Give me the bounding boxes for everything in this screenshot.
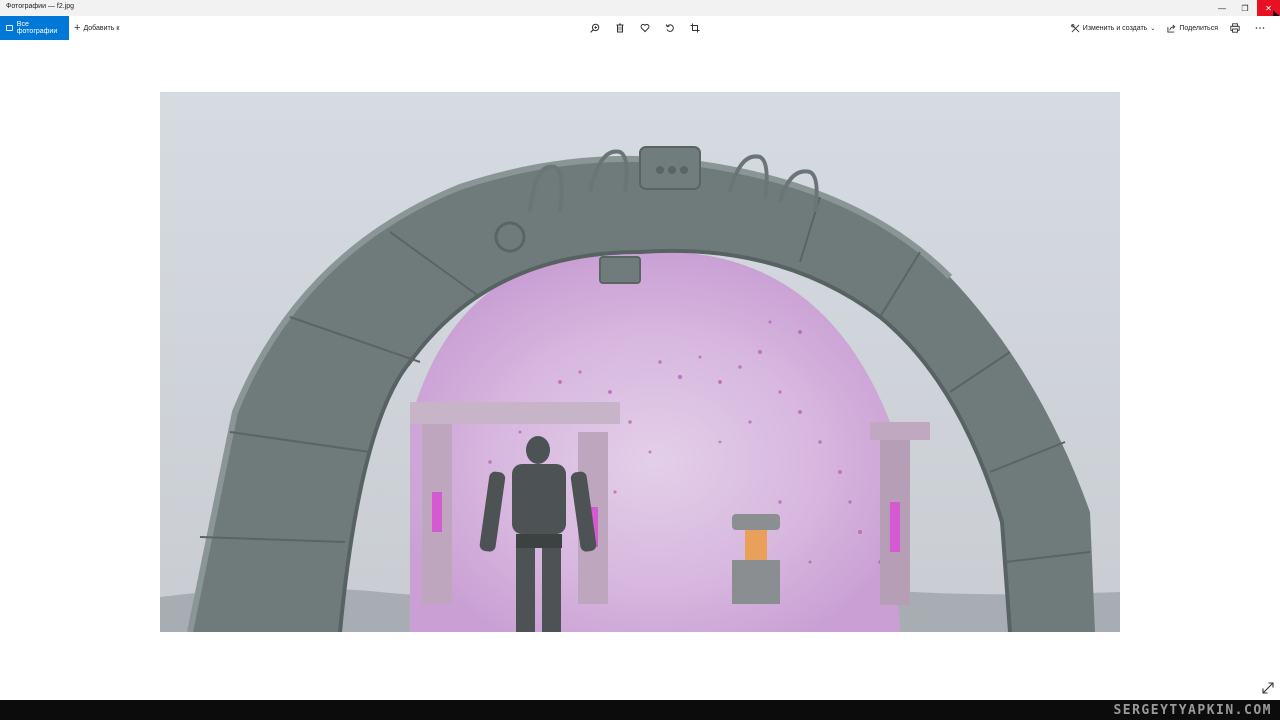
favorite-heart-icon: [640, 23, 649, 33]
photo-viewer-image[interactable]: [160, 92, 1120, 632]
expand-icon: [1262, 682, 1274, 694]
all-photos-button[interactable]: Все фотографии: [0, 16, 69, 40]
zoom-in-icon: [589, 23, 599, 33]
rotate-button[interactable]: [662, 20, 678, 36]
delete-icon: [616, 23, 623, 33]
crop-button[interactable]: [687, 20, 703, 36]
watermark-text: SERGEYTYAPKIN.COM: [1113, 703, 1272, 718]
add-to-label: Добавить к: [83, 24, 120, 32]
favorite-button[interactable]: [637, 20, 653, 36]
photos-icon: [6, 25, 13, 31]
print-button[interactable]: [1230, 23, 1243, 33]
rotate-icon: [665, 24, 674, 32]
share-label: Поделиться: [1179, 24, 1218, 32]
more-button[interactable]: [1255, 23, 1268, 33]
add-to-button[interactable]: + Добавить к: [74, 16, 119, 40]
portal-scene-image: [160, 92, 1120, 632]
share-button[interactable]: Поделиться: [1167, 24, 1218, 33]
chevron-down-icon: ⌄: [1150, 25, 1156, 32]
edit-create-icon: [1070, 23, 1080, 32]
expand-button[interactable]: [1261, 681, 1275, 695]
window-title: Фотографии — f2.jpg: [6, 3, 75, 10]
delete-button[interactable]: [612, 20, 628, 36]
toolbar: Все фотографии + Добавить к Изменить и с…: [0, 16, 1280, 40]
zoom-in-button[interactable]: [587, 20, 603, 36]
right-tools: Изменить и создать ⌄ Поделиться: [1070, 16, 1280, 40]
plus-icon: +: [74, 22, 81, 34]
edit-create-button[interactable]: Изменить и создать ⌄: [1070, 23, 1156, 33]
title-bar: Фотографии — f2.jpg — ❐ ✕: [0, 0, 1280, 21]
minimize-button[interactable]: —: [1210, 0, 1234, 16]
edit-create-label: Изменить и создать: [1082, 24, 1148, 32]
maximize-button[interactable]: ❐: [1233, 0, 1257, 16]
share-icon: [1167, 24, 1176, 33]
crop-icon: [690, 23, 699, 33]
print-icon: [1230, 23, 1240, 33]
more-icon: [1255, 27, 1265, 29]
bottom-strip: SERGEYTYAPKIN.COM: [0, 700, 1280, 720]
all-photos-label: Все фотографии: [16, 21, 58, 35]
center-tools: [582, 16, 707, 40]
